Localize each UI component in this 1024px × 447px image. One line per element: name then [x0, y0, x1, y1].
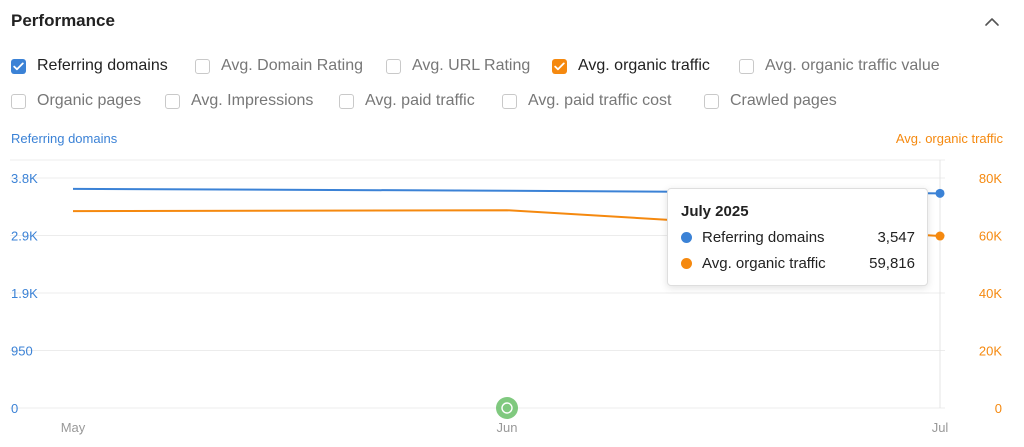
chart-tooltip: July 2025 Referring domains 3,547 Avg. o… [667, 188, 928, 286]
checkbox[interactable] [739, 58, 754, 74]
series-dot-icon [681, 258, 692, 269]
right-axis-title: Avg. organic traffic [895, 131, 1003, 146]
metric-label: Avg. Domain Rating [221, 57, 363, 74]
left-axis-tick-label: 2.9K [11, 229, 38, 244]
metric-label: Avg. paid traffic cost [528, 92, 672, 109]
checkbox[interactable] [552, 58, 567, 74]
tooltip-series-name: Referring domains [702, 229, 825, 246]
right-axis-tick-label: 20K [979, 344, 1002, 359]
metric-avg-paid-traffic-cost[interactable]: Avg. paid traffic cost [502, 90, 671, 112]
metric-label: Avg. URL Rating [412, 57, 531, 74]
x-axis-tick-label: Jul [932, 420, 949, 435]
checkbox[interactable] [502, 93, 517, 109]
metric-label: Referring domains [37, 57, 168, 74]
metric-avg-paid-traffic[interactable]: Avg. paid traffic [339, 90, 475, 112]
checkbox[interactable] [339, 93, 354, 109]
right-axis-tick-label: 80K [979, 171, 1002, 186]
checkbox[interactable] [11, 58, 26, 74]
checkbox[interactable] [165, 93, 180, 109]
tooltip-series-name: Avg. organic traffic [702, 255, 826, 272]
metric-crawled-pages[interactable]: Crawled pages [704, 90, 837, 112]
metric-label: Avg. Impressions [191, 92, 314, 109]
chevron-up-icon[interactable] [982, 14, 1002, 30]
metric-organic-pages[interactable]: Organic pages [11, 90, 141, 112]
checkbox[interactable] [386, 58, 401, 74]
checkbox[interactable] [11, 93, 26, 109]
x-axis-tick-label: Jun [497, 420, 518, 435]
tooltip-series-value: 59,816 [869, 255, 915, 272]
metric-avg-organic-traffic-value[interactable]: Avg. organic traffic value [739, 55, 940, 77]
series-point [935, 188, 945, 198]
google-update-marker-icon[interactable] [496, 397, 518, 419]
series-point [935, 231, 945, 241]
checkbox[interactable] [704, 93, 719, 109]
metric-referring-domains[interactable]: Referring domains [11, 55, 168, 77]
metric-label: Organic pages [37, 92, 142, 109]
tooltip-title: July 2025 [681, 203, 749, 220]
left-axis-tick-label: 0 [11, 401, 18, 416]
left-axis-tick-label: 950 [11, 344, 33, 359]
tooltip-series-value: 3,547 [877, 229, 915, 246]
metric-label: Avg. paid traffic [365, 92, 475, 109]
metric-avg-domain-rating[interactable]: Avg. Domain Rating [195, 55, 363, 77]
tooltip-row-avg-organic-traffic: Avg. organic traffic 59,816 [681, 255, 915, 272]
right-axis-tick-label: 40K [979, 286, 1002, 301]
checkbox[interactable] [195, 58, 210, 74]
checkmark-icon [554, 62, 565, 70]
checkmark-icon [13, 62, 24, 70]
series-dot-icon [681, 232, 692, 243]
panel-title: Performance [11, 11, 115, 30]
metric-avg-impressions[interactable]: Avg. Impressions [165, 90, 313, 112]
metric-label: Avg. organic traffic [578, 57, 710, 74]
metric-avg-url-rating[interactable]: Avg. URL Rating [386, 55, 530, 77]
right-axis-tick-label: 0 [995, 401, 1002, 416]
left-axis-title: Referring domains [11, 131, 118, 146]
tooltip-row-referring-domains: Referring domains 3,547 [681, 229, 915, 246]
metric-avg-organic-traffic[interactable]: Avg. organic traffic [552, 55, 710, 77]
left-axis-tick-label: 3.8K [11, 171, 38, 186]
x-axis-tick-label: May [61, 420, 86, 435]
right-axis-tick-label: 60K [979, 229, 1002, 244]
metric-label: Avg. organic traffic value [765, 57, 940, 74]
left-axis-tick-label: 1.9K [11, 286, 38, 301]
metric-label: Crawled pages [730, 92, 837, 109]
